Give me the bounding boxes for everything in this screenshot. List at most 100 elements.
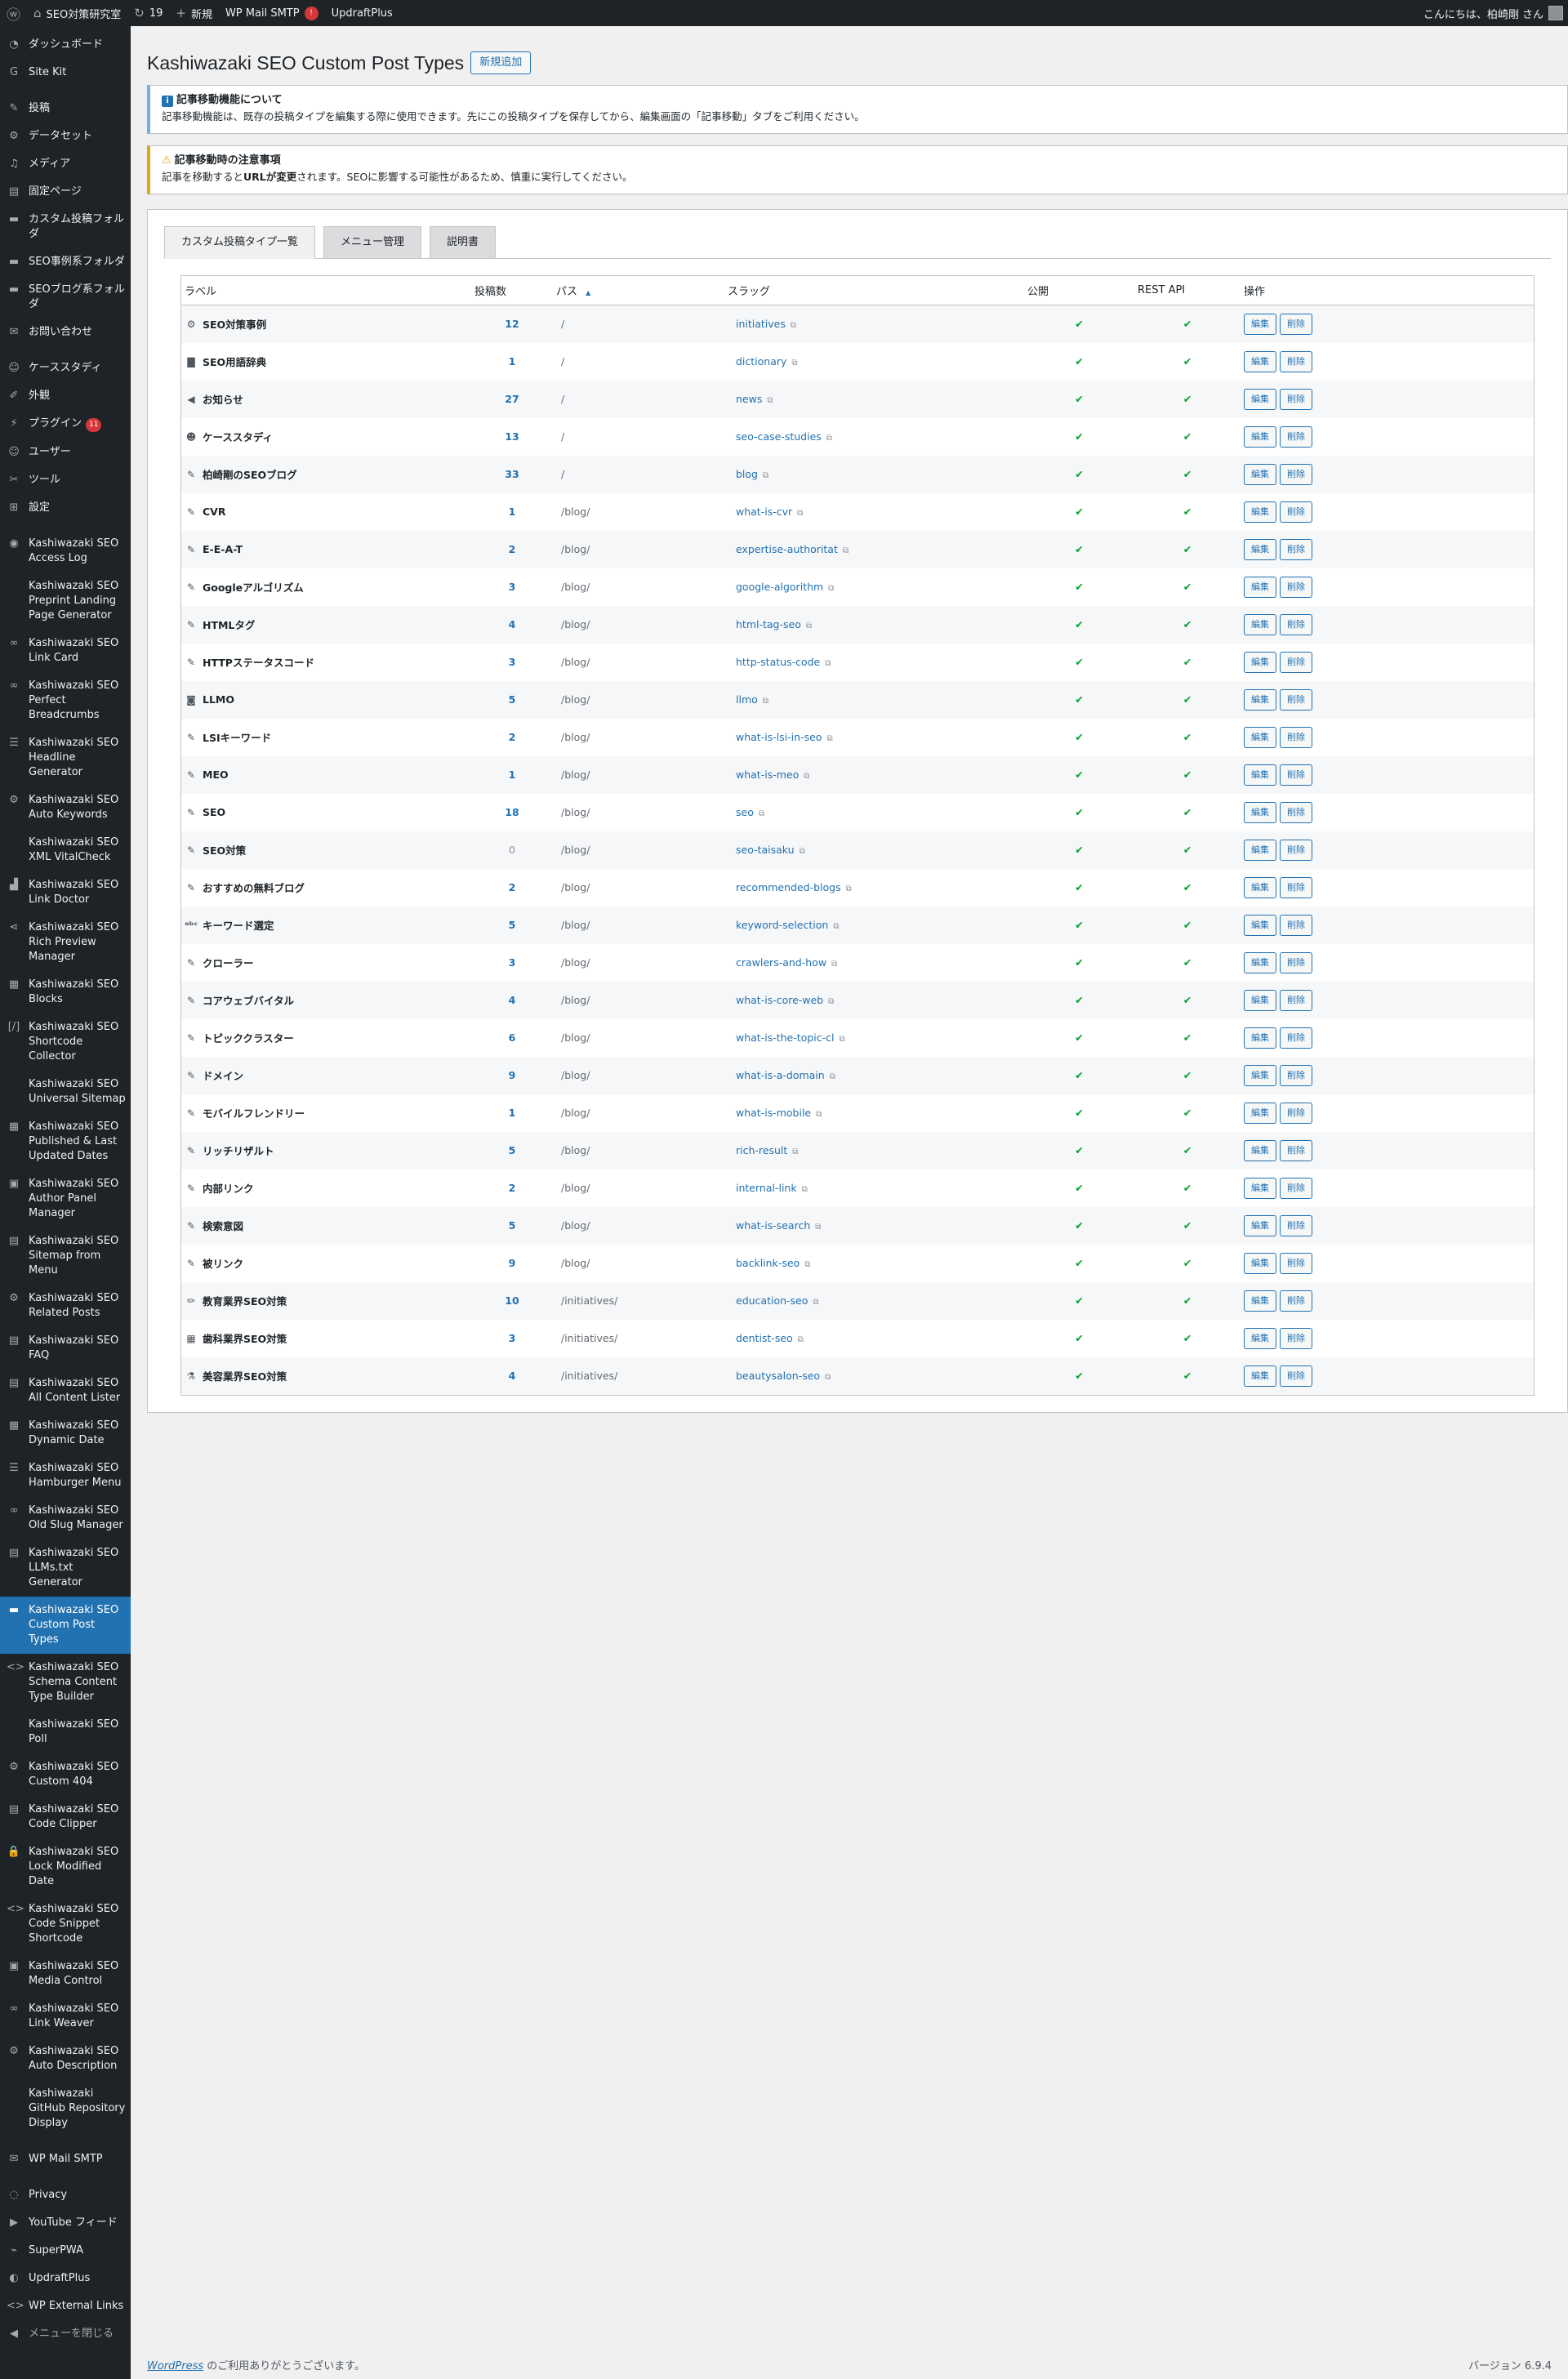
edit-button[interactable]: 編集 <box>1244 688 1276 711</box>
delete-button[interactable]: 削除 <box>1280 350 1312 372</box>
row-slug-link[interactable]: education-seo ⧉ <box>724 1281 1024 1320</box>
row-count[interactable]: 1 <box>471 342 553 381</box>
sidebar-item-13[interactable]: ☺ ユーザー <box>0 439 131 466</box>
delete-button[interactable]: 削除 <box>1280 1177 1312 1199</box>
account-greeting[interactable]: こんにちは、柏崎剛 さん <box>1423 6 1544 21</box>
sidebar-item-19[interactable]: ∞ Kashiwazaki SEO Perfect Breadcrumbs <box>0 672 131 729</box>
row-slug-link[interactable]: llmo ⧉ <box>724 680 1024 719</box>
sidebar-item-17[interactable]: Kashiwazaki SEO Preprint Landing Page Ge… <box>0 572 131 630</box>
sidebar-item-52[interactable]: ⌁ SuperPWA <box>0 2237 131 2265</box>
edit-button[interactable]: 編集 <box>1244 1214 1276 1236</box>
row-count[interactable]: 3 <box>471 943 553 982</box>
tab-manual[interactable]: 説明書 <box>430 226 497 258</box>
row-count[interactable]: 3 <box>471 643 553 681</box>
row-slug-link[interactable]: keyword-selection ⧉ <box>724 906 1024 944</box>
sidebar-item-33[interactable]: ▤ Kashiwazaki SEO All Content Lister <box>0 1370 131 1412</box>
row-count[interactable]: 4 <box>471 605 553 644</box>
edit-button[interactable]: 編集 <box>1244 1327 1276 1349</box>
edit-button[interactable]: 編集 <box>1244 425 1276 448</box>
edit-button[interactable]: 編集 <box>1244 613 1276 635</box>
tab-menu-management[interactable]: メニュー管理 <box>323 226 422 258</box>
col-slug[interactable]: スラッグ <box>724 276 1024 305</box>
sidebar-item-49[interactable]: ✉ WP Mail SMTP <box>0 2145 131 2173</box>
row-slug-link[interactable]: rich-result ⧉ <box>724 1131 1024 1169</box>
sidebar-item-3[interactable]: ⚙ データセット <box>0 123 131 150</box>
delete-button[interactable]: 削除 <box>1280 651 1312 673</box>
edit-button[interactable]: 編集 <box>1244 839 1276 861</box>
edit-button[interactable]: 編集 <box>1244 1102 1276 1124</box>
tab-post-type-list[interactable]: カスタム投稿タイプ一覧 <box>164 226 316 259</box>
row-count[interactable]: 2 <box>471 718 553 756</box>
row-count[interactable]: 1 <box>471 492 553 531</box>
row-slug-link[interactable]: seo ⧉ <box>724 793 1024 831</box>
row-slug-link[interactable]: initiatives ⧉ <box>724 305 1024 343</box>
row-count[interactable]: 3 <box>471 1319 553 1357</box>
edit-button[interactable]: 編集 <box>1244 313 1276 335</box>
edit-button[interactable]: 編集 <box>1244 989 1276 1011</box>
sidebar-item-25[interactable]: ▦ Kashiwazaki SEO Blocks <box>0 971 131 1014</box>
delete-button[interactable]: 削除 <box>1280 463 1312 485</box>
wordpress-link[interactable]: WordPress <box>147 2360 203 2372</box>
row-count[interactable]: 2 <box>471 868 553 907</box>
sidebar-item-15[interactable]: ⊞ 設定 <box>0 494 131 522</box>
new-content-link[interactable]: + 新規 <box>169 0 219 26</box>
delete-button[interactable]: 削除 <box>1280 313 1312 335</box>
add-new-button[interactable]: 新規追加 <box>470 51 532 74</box>
row-slug-link[interactable]: beautysalon-seo ⧉ <box>724 1357 1024 1395</box>
row-slug-link[interactable]: recommended-blogs ⧉ <box>724 868 1024 907</box>
sidebar-item-21[interactable]: ⚙ Kashiwazaki SEO Auto Keywords <box>0 786 131 829</box>
delete-button[interactable]: 削除 <box>1280 1252 1312 1274</box>
sidebar-item-24[interactable]: ⋖ Kashiwazaki SEO Rich Preview Manager <box>0 914 131 971</box>
sidebar-item-45[interactable]: ▣ Kashiwazaki SEO Media Control <box>0 1953 131 1995</box>
row-slug-link[interactable]: crawlers-and-how ⧉ <box>724 943 1024 982</box>
edit-button[interactable]: 編集 <box>1244 951 1276 973</box>
sidebar-item-12[interactable]: ⚡ プラグイン 11 <box>0 410 131 439</box>
row-count[interactable]: 2 <box>471 530 553 568</box>
edit-button[interactable]: 編集 <box>1244 876 1276 898</box>
row-slug-link[interactable]: internal-link ⧉ <box>724 1169 1024 1207</box>
delete-button[interactable]: 削除 <box>1280 501 1312 523</box>
row-slug-link[interactable]: http-status-code ⧉ <box>724 643 1024 681</box>
row-slug-link[interactable]: dentist-seo ⧉ <box>724 1319 1024 1357</box>
delete-button[interactable]: 削除 <box>1280 726 1312 748</box>
sidebar-item-32[interactable]: ▤ Kashiwazaki SEO FAQ <box>0 1327 131 1370</box>
wp-mail-smtp-link[interactable]: WP Mail SMTP! <box>219 0 325 26</box>
row-slug-link[interactable]: what-is-cvr ⧉ <box>724 492 1024 531</box>
sidebar-item-41[interactable]: ⚙ Kashiwazaki SEO Custom 404 <box>0 1753 131 1796</box>
delete-button[interactable]: 削除 <box>1280 425 1312 448</box>
row-count[interactable]: 4 <box>471 981 553 1019</box>
edit-button[interactable]: 編集 <box>1244 651 1276 673</box>
updates-link[interactable]: ↻ 19 <box>127 0 169 26</box>
col-label[interactable]: ラベル <box>181 276 471 305</box>
row-count[interactable]: 5 <box>471 1206 553 1245</box>
delete-button[interactable]: 削除 <box>1280 1139 1312 1161</box>
edit-button[interactable]: 編集 <box>1244 538 1276 560</box>
sidebar-item-48[interactable]: Kashiwazaki GitHub Repository Display <box>0 2080 131 2137</box>
row-slug-link[interactable]: what-is-lsi-in-seo ⧉ <box>724 718 1024 756</box>
edit-button[interactable]: 編集 <box>1244 1177 1276 1199</box>
edit-button[interactable]: 編集 <box>1244 764 1276 786</box>
row-count[interactable]: 27 <box>471 380 553 418</box>
delete-button[interactable]: 削除 <box>1280 613 1312 635</box>
edit-button[interactable]: 編集 <box>1244 350 1276 372</box>
row-count[interactable]: 18 <box>471 793 553 831</box>
sidebar-item-43[interactable]: 🔒 Kashiwazaki SEO Lock Modified Date <box>0 1838 131 1896</box>
sidebar-item-50[interactable]: ◌ Privacy <box>0 2181 131 2209</box>
row-count[interactable]: 4 <box>471 1357 553 1395</box>
delete-button[interactable]: 削除 <box>1280 1064 1312 1086</box>
row-count[interactable]: 2 <box>471 1169 553 1207</box>
sidebar-item-5[interactable]: ▤ 固定ページ <box>0 178 131 206</box>
row-slug-link[interactable]: seo-case-studies ⧉ <box>724 417 1024 456</box>
delete-button[interactable]: 削除 <box>1280 1102 1312 1124</box>
row-count[interactable]: 33 <box>471 455 553 493</box>
row-slug-link[interactable]: news ⧉ <box>724 380 1024 418</box>
row-count[interactable]: 5 <box>471 680 553 719</box>
edit-button[interactable]: 編集 <box>1244 388 1276 410</box>
sidebar-item-51[interactable]: ▶ YouTube フィード <box>0 2209 131 2237</box>
row-count[interactable]: 10 <box>471 1281 553 1320</box>
row-count[interactable]: 9 <box>471 1244 553 1282</box>
delete-button[interactable]: 削除 <box>1280 1027 1312 1049</box>
sidebar-item-55[interactable]: ◀ メニューを閉じる <box>0 2320 131 2348</box>
row-count[interactable]: 5 <box>471 1131 553 1169</box>
row-count[interactable]: 6 <box>471 1018 553 1057</box>
